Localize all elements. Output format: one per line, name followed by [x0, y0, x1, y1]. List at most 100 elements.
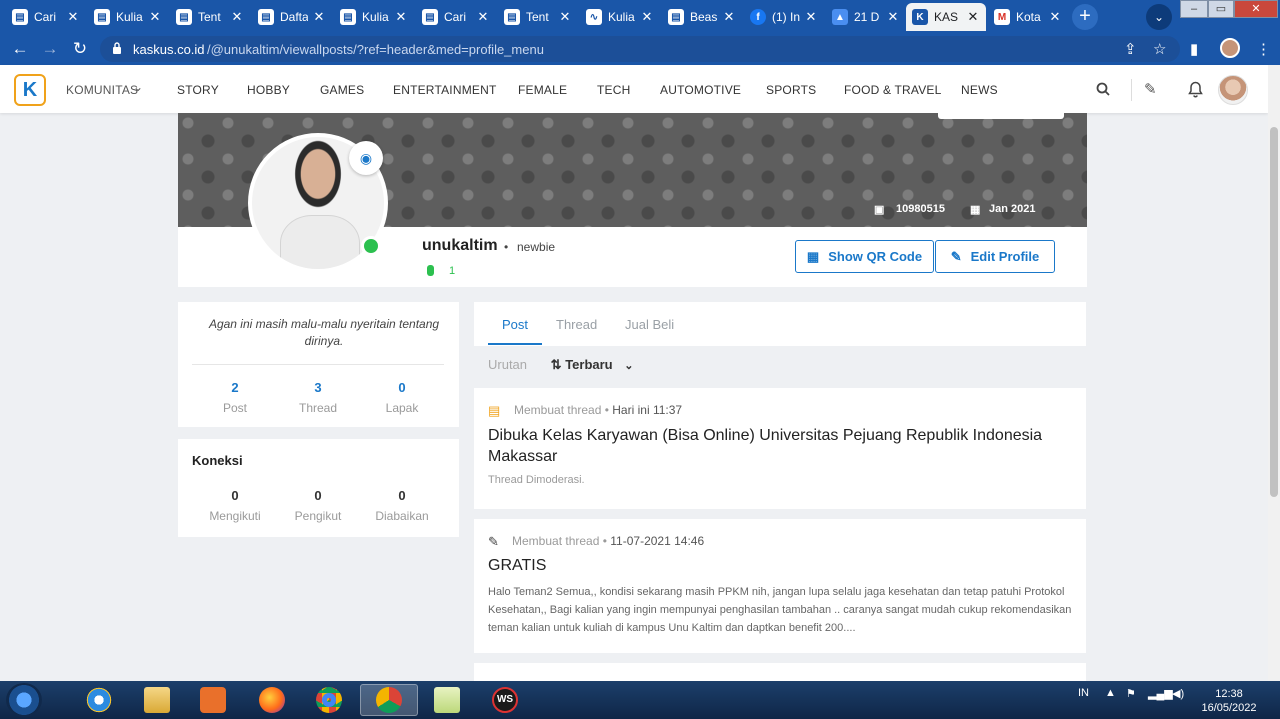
conn-followers[interactable]: 0 Pengikut — [276, 488, 360, 523]
nav-news[interactable]: NEWS — [961, 83, 998, 97]
post-title[interactable]: GRATIS — [488, 555, 1073, 576]
stat-lapak[interactable]: 0 Lapak — [360, 380, 444, 415]
folder-icon[interactable] — [418, 684, 476, 716]
stat-post[interactable]: 2 Post — [193, 380, 277, 415]
sort-dropdown[interactable]: ⇅ Terbaru ⌄ — [551, 357, 634, 372]
browser-tab[interactable]: ▤ Tent ✕ — [498, 3, 578, 31]
nav-sports[interactable]: SPORTS — [766, 83, 816, 97]
wave-icon: ∿ — [586, 9, 602, 25]
browser-tab[interactable]: ▲ 21 D ✕ — [826, 3, 906, 31]
minimize-button[interactable]: – — [1180, 0, 1208, 18]
profile-rank: newbie — [517, 240, 556, 254]
start-button[interactable] — [6, 683, 42, 717]
share-icon[interactable]: ⇪ — [1124, 40, 1137, 58]
browser-tab-active[interactable]: K KAS ✕ — [906, 3, 986, 31]
close-icon[interactable]: ✕ — [476, 9, 490, 25]
nav-tech[interactable]: TECH — [597, 83, 630, 97]
nav-story[interactable]: STORY — [177, 83, 219, 97]
tab-post[interactable]: Post — [502, 317, 528, 332]
user-avatar[interactable] — [1218, 75, 1248, 105]
nav-komunitas[interactable]: KOMUNITAS — [66, 83, 138, 97]
system-clock[interactable]: 12:38 16/05/2022 — [1196, 687, 1262, 715]
kaskus-logo[interactable]: K — [14, 74, 46, 106]
browser-tab[interactable]: M Kota ✕ — [988, 3, 1068, 31]
sidebar-icon[interactable]: ▮ — [1190, 40, 1198, 58]
post-card[interactable]: ✎ Membuat thread • 11-07-2021 14:46 GRAT… — [474, 519, 1086, 653]
reload-icon[interactable]: ↻ — [70, 39, 90, 59]
drive-icon: ▲ — [832, 9, 848, 25]
close-icon[interactable]: ✕ — [394, 9, 408, 25]
browser-tab[interactable]: ▤ Kulia ✕ — [88, 3, 168, 31]
close-icon[interactable]: ✕ — [312, 9, 326, 25]
post-time: Hari ini 11:37 — [612, 403, 683, 417]
chrome-icon[interactable] — [300, 684, 358, 716]
pencil-icon[interactable]: ✎ — [1144, 80, 1157, 98]
cover-edit-card[interactable] — [938, 113, 1064, 119]
file-explorer-icon[interactable] — [128, 684, 186, 716]
close-icon[interactable]: ✕ — [66, 9, 80, 25]
volume-icon[interactable]: ◀) — [1172, 687, 1184, 700]
show-qr-button[interactable]: ▦ Show QR Code — [795, 240, 934, 273]
browser-tab[interactable]: ▤ Beas ✕ — [662, 3, 742, 31]
forward-icon[interactable]: → — [40, 39, 60, 59]
post-card[interactable]: ▤ Membuat thread • Hari ini 11:37 Dibuka… — [474, 388, 1086, 509]
browser-tab[interactable]: ∿ Kulia ✕ — [580, 3, 660, 31]
browser-tab[interactable]: ▤ Cari ✕ — [416, 3, 496, 31]
firefox-icon[interactable] — [243, 684, 301, 716]
stat-thread[interactable]: 3 Thread — [276, 380, 360, 415]
network-icon[interactable]: ▂▄▆ — [1148, 687, 1173, 700]
scrollbar-thumb[interactable] — [1270, 127, 1278, 497]
maximize-button[interactable]: ▭ — [1208, 0, 1234, 18]
bell-icon[interactable] — [1188, 81, 1203, 98]
back-icon[interactable]: ← — [10, 39, 30, 59]
close-icon[interactable]: ✕ — [640, 9, 654, 25]
nav-female[interactable]: FEMALE — [518, 83, 567, 97]
chrome-icon-active[interactable] — [360, 684, 418, 716]
post-card-partial[interactable] — [474, 663, 1086, 681]
window-close-button[interactable]: ✕ — [1234, 0, 1278, 18]
nav-food-travel[interactable]: FOOD & TRAVEL — [844, 83, 942, 97]
browser-tab[interactable]: ▤ Dafta ✕ — [252, 3, 332, 31]
tray-expand-icon[interactable]: ▲ — [1105, 687, 1116, 699]
conn-label: Diabaikan — [375, 509, 429, 523]
nav-automotive[interactable]: AUTOMOTIVE — [660, 83, 741, 97]
star-icon[interactable]: ☆ — [1153, 40, 1166, 58]
conn-following[interactable]: 0 Mengikuti — [193, 488, 277, 523]
browser-tab[interactable]: ▤ Kulia ✕ — [334, 3, 414, 31]
edit-profile-button[interactable]: ✎ Edit Profile — [935, 240, 1055, 273]
language-indicator[interactable]: IN — [1078, 687, 1089, 699]
flag-icon[interactable]: ⚑ — [1126, 687, 1136, 700]
tab-search-button[interactable]: ⌄ — [1146, 4, 1172, 30]
close-icon[interactable]: ✕ — [804, 9, 818, 25]
tab-thread[interactable]: Thread — [556, 317, 597, 332]
close-icon[interactable]: ✕ — [966, 9, 980, 25]
new-tab-button[interactable]: + — [1072, 4, 1098, 30]
close-icon[interactable]: ✕ — [230, 9, 244, 25]
camera-icon[interactable]: ◉ — [349, 141, 383, 175]
close-icon[interactable]: ✕ — [148, 9, 162, 25]
close-icon[interactable]: ✕ — [722, 9, 736, 25]
ie-icon[interactable] — [70, 684, 128, 716]
browser-profile-avatar[interactable] — [1220, 38, 1240, 58]
edit-icon: ✎ — [488, 534, 499, 549]
search-icon[interactable] — [1096, 82, 1110, 96]
browser-tab[interactable]: ▤ Cari ✕ — [6, 3, 86, 31]
browser-tab[interactable]: ▤ Tent ✕ — [170, 3, 250, 31]
tab-jual-beli[interactable]: Jual Beli — [625, 317, 674, 332]
nav-games[interactable]: GAMES — [320, 83, 364, 97]
browser-tab[interactable]: f (1) In ✕ — [744, 3, 824, 31]
tab-title: Beas — [690, 10, 718, 24]
ws-icon[interactable]: WS — [476, 684, 534, 716]
close-icon[interactable]: ✕ — [886, 9, 900, 25]
media-player-icon[interactable] — [184, 684, 242, 716]
close-icon[interactable]: ✕ — [1048, 9, 1062, 25]
post-body: Halo Teman2 Semua,, kondisi sekarang mas… — [488, 586, 1072, 634]
page-scrollbar[interactable] — [1268, 65, 1280, 681]
conn-ignored[interactable]: 0 Diabaikan — [360, 488, 444, 523]
address-bar[interactable]: kaskus.co.id /@unukaltim/viewallposts/?r… — [100, 36, 1180, 62]
close-icon[interactable]: ✕ — [558, 9, 572, 25]
nav-entertainment[interactable]: ENTERTAINMENT — [393, 83, 497, 97]
nav-hobby[interactable]: HOBBY — [247, 83, 290, 97]
menu-icon[interactable]: ⋮ — [1256, 40, 1271, 58]
post-title[interactable]: Dibuka Kelas Karyawan (Bisa Online) Univ… — [488, 425, 1073, 467]
